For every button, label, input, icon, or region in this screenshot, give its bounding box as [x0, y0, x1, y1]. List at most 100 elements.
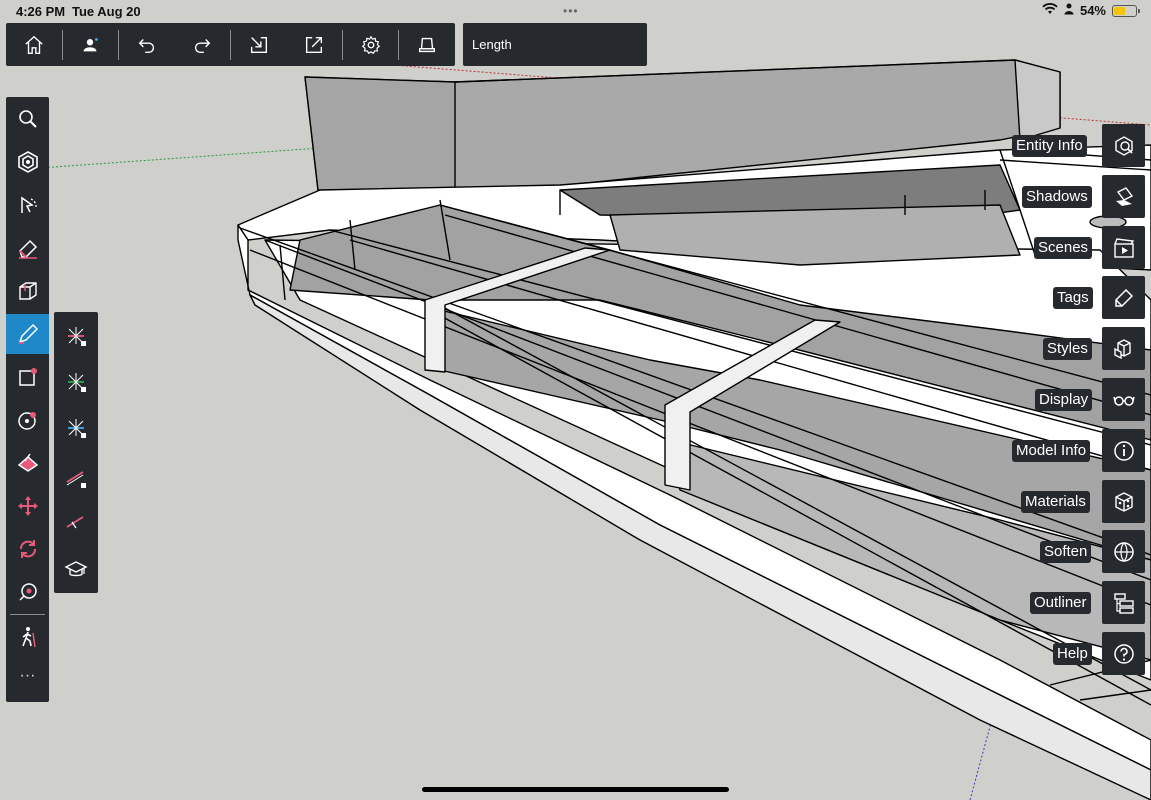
- walk-icon: [21, 627, 36, 648]
- pencil-tool-button[interactable]: [6, 314, 49, 354]
- circle-icon: [17, 412, 36, 430]
- wifi-icon: [1042, 3, 1058, 18]
- move-tool-button[interactable]: [6, 486, 49, 526]
- redo-icon: [195, 38, 211, 53]
- status-date: Tue Aug 20: [72, 4, 141, 19]
- tape-measure-tool-button[interactable]: [6, 572, 49, 612]
- measurements-box[interactable]: Length: [463, 23, 647, 66]
- profile-icon: [83, 37, 99, 51]
- outliner-button[interactable]: [1102, 581, 1145, 624]
- more-tools-button[interactable]: ···: [6, 667, 49, 685]
- display-icon: [1112, 395, 1135, 406]
- help-icon: [1113, 643, 1134, 664]
- styles-button[interactable]: [1102, 327, 1145, 370]
- styles-label[interactable]: Styles: [1043, 338, 1092, 360]
- model-info-label[interactable]: Model Info: [1012, 440, 1091, 462]
- settings-button[interactable]: [343, 23, 399, 66]
- eraser-icon: [18, 239, 37, 259]
- scenes-label[interactable]: Scenes: [1034, 237, 1093, 259]
- tape-measure-icon: [18, 583, 37, 601]
- lock-red-axis-icon: [68, 327, 86, 346]
- select-icon: [17, 151, 38, 173]
- battery-fill: [1114, 6, 1126, 15]
- toolbar-divider: [10, 614, 45, 615]
- rotate-tool-button[interactable]: [6, 529, 49, 569]
- help-label[interactable]: Help: [1053, 643, 1092, 665]
- lock-red-axis-button[interactable]: [54, 316, 98, 356]
- battery-icon: [1112, 4, 1140, 17]
- help-button[interactable]: [1102, 632, 1145, 675]
- push-pull-icon: [18, 282, 37, 300]
- lock-inference-button[interactable]: [54, 458, 98, 498]
- lock-blue-axis-button[interactable]: [54, 408, 98, 448]
- lock-blue-axis-icon: [68, 419, 86, 438]
- walk-tool-button[interactable]: [6, 617, 49, 657]
- model-info-button[interactable]: [1102, 429, 1145, 472]
- rectangle-tool-button[interactable]: [6, 357, 49, 397]
- soften-label[interactable]: Soften: [1040, 541, 1092, 563]
- materials-label[interactable]: Materials: [1021, 491, 1090, 513]
- soften-button[interactable]: [1102, 530, 1145, 573]
- search-icon: [18, 110, 37, 128]
- pencil-icon: [18, 323, 38, 344]
- eraser-tool-button[interactable]: [6, 228, 49, 268]
- model-viewport[interactable]: [0, 0, 1151, 800]
- push-pull-tool-button[interactable]: [6, 271, 49, 311]
- inference-line-button[interactable]: [54, 502, 98, 542]
- undo-button[interactable]: [119, 23, 175, 66]
- display-button[interactable]: [1102, 378, 1145, 421]
- soften-icon: [1113, 541, 1134, 562]
- tags-icon: [1114, 288, 1133, 307]
- shadows-button[interactable]: [1102, 175, 1145, 218]
- tags-button[interactable]: [1102, 276, 1145, 319]
- move-icon: [17, 496, 38, 516]
- scenes-button[interactable]: [1102, 226, 1145, 269]
- top-toolbar: [6, 23, 455, 66]
- display-stand-icon: [419, 37, 436, 52]
- import-button[interactable]: [231, 23, 287, 66]
- redo-button[interactable]: [174, 23, 230, 66]
- display-label[interactable]: Display: [1035, 389, 1093, 411]
- shadows-icon: [1115, 186, 1133, 206]
- measurements-label: Length: [472, 37, 512, 52]
- orbit-tool-button[interactable]: [6, 185, 49, 225]
- learn-icon: [64, 561, 88, 577]
- status-indicators: 54%: [1042, 3, 1140, 18]
- search-tool-button[interactable]: [6, 99, 49, 139]
- entity-info-icon: [1114, 135, 1133, 156]
- circle-tool-button[interactable]: [6, 400, 49, 440]
- export-button[interactable]: [286, 23, 342, 66]
- pencil-options-toolbar: [54, 312, 98, 593]
- home-icon: [25, 35, 43, 54]
- orbit-icon: [20, 196, 37, 213]
- tags-label[interactable]: Tags: [1053, 287, 1093, 309]
- profile-button[interactable]: [62, 23, 118, 66]
- materials-button[interactable]: [1102, 480, 1145, 523]
- outliner-label[interactable]: Outliner: [1030, 592, 1091, 614]
- multitasking-dots[interactable]: •••: [563, 4, 579, 18]
- person-icon: [1064, 3, 1074, 18]
- materials-icon: [1114, 491, 1133, 512]
- model-info-icon: [1113, 440, 1134, 461]
- paint-bucket-icon: [17, 453, 38, 472]
- styles-icon: [1113, 338, 1131, 359]
- lock-green-axis-icon: [68, 373, 86, 392]
- home-indicator[interactable]: [422, 787, 729, 792]
- inference-line-icon: [66, 516, 84, 529]
- learn-button[interactable]: [54, 549, 98, 589]
- shadows-label[interactable]: Shadows: [1022, 186, 1092, 208]
- import-icon: [250, 36, 267, 53]
- lock-inference-icon: [66, 471, 86, 488]
- display-stand-button[interactable]: [399, 23, 455, 66]
- lock-green-axis-button[interactable]: [54, 362, 98, 402]
- left-toolbar: ···: [6, 97, 49, 702]
- paint-bucket-tool-button[interactable]: [6, 443, 49, 483]
- green-axis: [39, 147, 321, 169]
- undo-icon: [138, 38, 154, 53]
- scenes-icon: [1113, 237, 1134, 258]
- boat-model[interactable]: [237, 59, 1151, 800]
- entity-info-label[interactable]: Entity Info: [1012, 135, 1087, 157]
- select-tool-button[interactable]: [6, 142, 49, 182]
- home-button[interactable]: [6, 23, 62, 66]
- entity-info-button[interactable]: [1102, 124, 1145, 167]
